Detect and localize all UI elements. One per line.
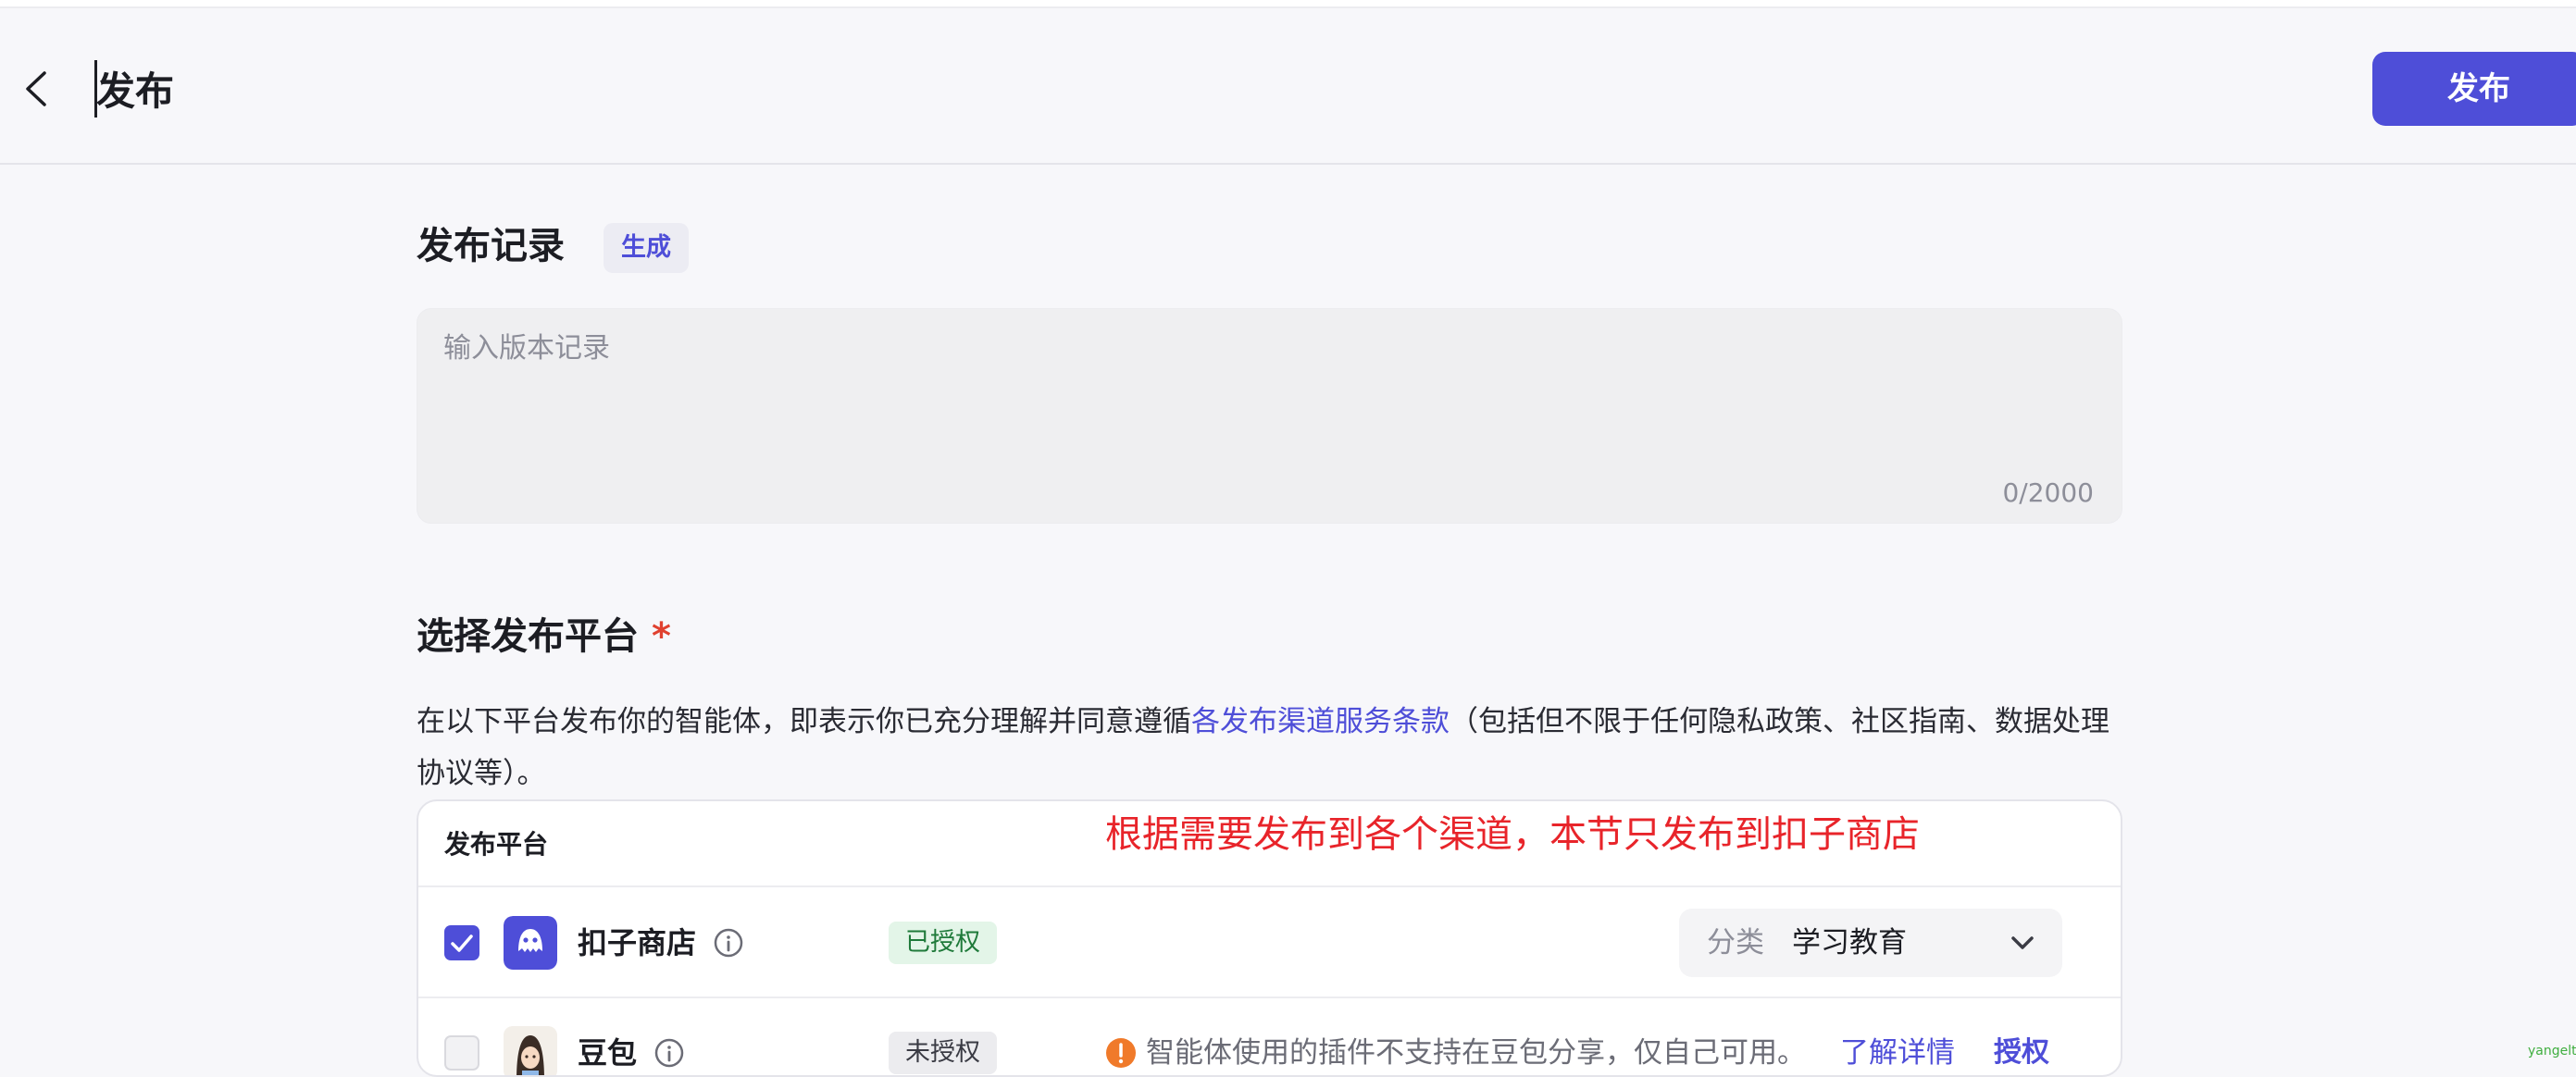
table-row: 豆包 未授权 智能体使用的插件不支持在豆包分享，仅自己可用。 了解详情 授权 <box>418 998 2121 1075</box>
publish-button[interactable]: 发布 <box>2372 52 2576 126</box>
required-mark: * <box>652 615 671 658</box>
release-record-title: 发布记录 <box>417 225 565 267</box>
platform-checkbox-coze-store[interactable] <box>444 925 479 960</box>
category-select[interactable]: 分类 学习教育 <box>1679 909 2062 977</box>
table-row: 扣子商店 已授权 分类 学习教育 <box>418 887 2121 998</box>
plugin-warning-text: 智能体使用的插件不支持在豆包分享，仅自己可用。 <box>1146 1036 1806 1070</box>
release-record-input[interactable] <box>443 329 2091 468</box>
check-icon <box>451 935 473 952</box>
top-strip <box>0 0 2576 8</box>
terms-text-before: 在以下平台发布你的智能体，即表示你已充分理解并同意遵循 <box>417 705 1191 738</box>
page-title[interactable]: 发布 <box>96 64 174 119</box>
table-header: 发布平台 根据需要发布到各个渠道，本节只发布到扣子商店 <box>418 801 2121 887</box>
chevron-down-icon <box>2011 936 2034 949</box>
platform-name-coze-store: 扣子商店 <box>578 925 697 960</box>
platform-title-text: 选择发布平台 <box>417 615 639 658</box>
platform-checkbox-doubao[interactable] <box>444 1035 479 1071</box>
page-header: 发布 发布 <box>0 8 2576 165</box>
status-badge-authorized: 已授权 <box>889 922 997 964</box>
char-counter: 0/2000 <box>2002 477 2094 508</box>
category-label: 分类 <box>1707 926 1764 959</box>
watermark: yangelt <box>2528 1044 2576 1058</box>
exclamation-circle-icon <box>1106 1038 1136 1068</box>
coze-store-logo <box>504 916 557 970</box>
chevron-left-icon[interactable] <box>19 66 52 112</box>
platform-table: 发布平台 根据需要发布到各个渠道，本节只发布到扣子商店 扣子商店 已授权 分类 <box>417 799 2122 1077</box>
terms-description: 在以下平台发布你的智能体，即表示你已充分理解并同意遵循各发布渠道服务条款（包括但… <box>417 696 2129 799</box>
category-value: 学习教育 <box>1792 926 1907 959</box>
info-circle-icon[interactable] <box>713 927 744 959</box>
status-badge-unauthorized: 未授权 <box>889 1032 997 1074</box>
generate-button[interactable]: 生成 <box>604 223 689 273</box>
info-circle-icon[interactable] <box>653 1037 685 1069</box>
annotation-text: 根据需要发布到各个渠道，本节只发布到扣子商店 <box>1105 813 1920 856</box>
doubao-logo <box>504 1026 557 1075</box>
release-record-box: 0/2000 <box>417 308 2122 524</box>
platform-section-title: 选择发布平台 * <box>417 611 671 662</box>
platform-name-doubao: 豆包 <box>578 1035 638 1071</box>
authorize-link[interactable]: 授权 <box>1994 1030 2049 1075</box>
terms-link[interactable]: 各发布渠道服务条款 <box>1191 705 1450 738</box>
learn-more-link[interactable]: 了解详情 <box>1840 1030 1955 1075</box>
column-header-platform: 发布平台 <box>444 829 549 860</box>
